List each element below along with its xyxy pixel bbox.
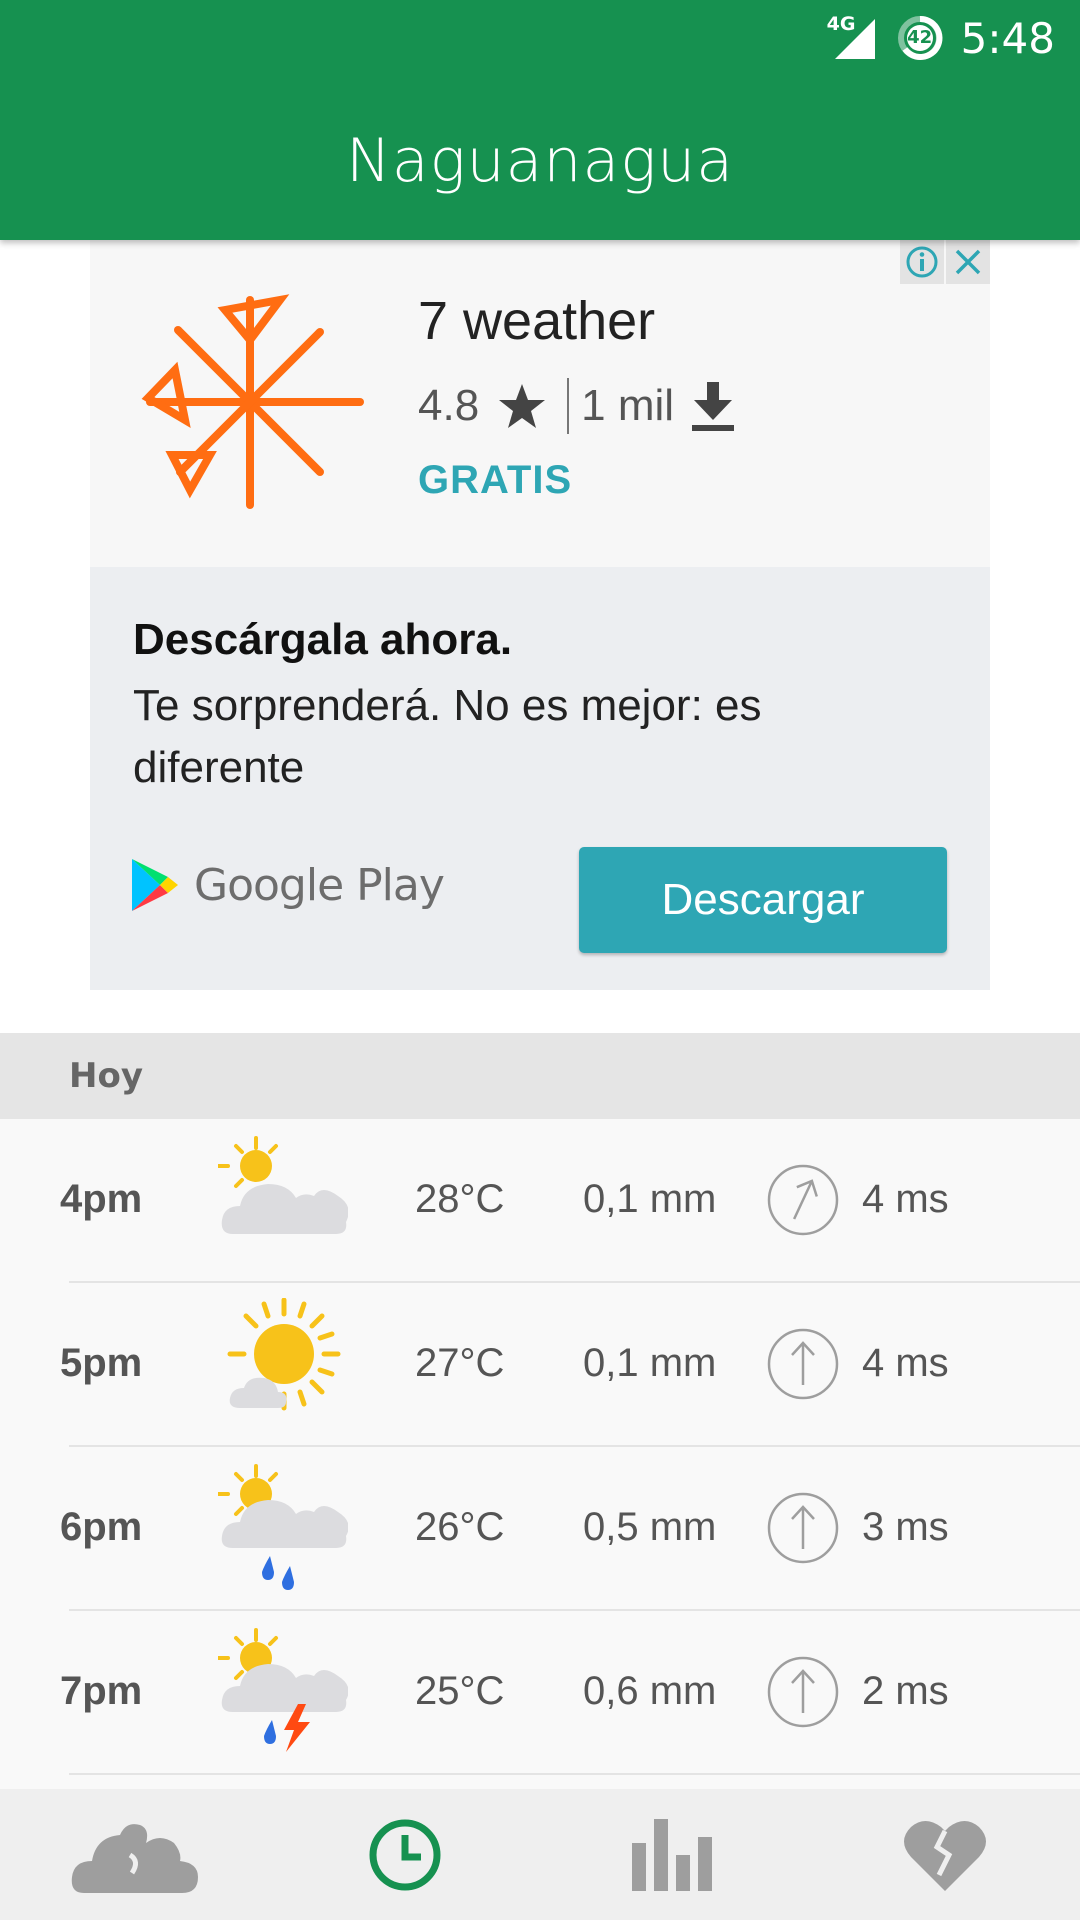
download-icon <box>692 382 735 431</box>
sun-small-cloud-icon <box>227 1298 341 1411</box>
sun-cloud-icon <box>218 1136 348 1234</box>
ad-close-icon[interactable] <box>946 240 990 284</box>
clock-time: 5:48 <box>960 13 1055 63</box>
ad-info-icon[interactable] <box>900 240 944 284</box>
page-title: Naguanagua <box>345 126 735 196</box>
wind-direction-icon <box>767 1492 839 1564</box>
ad-downloads: 1 mil <box>581 381 675 430</box>
nav-item-hourly[interactable] <box>270 1789 540 1920</box>
forecast-wind-speed: 2 ms <box>862 1669 949 1713</box>
forecast-row[interactable]: 6pm 26°C 0,5 mm 3 ms <box>0 1447 1080 1611</box>
ad-app-name: 7 weather <box>418 291 656 351</box>
forecast-wind-speed: 3 ms <box>862 1505 949 1549</box>
play-store-icon <box>132 859 178 911</box>
nav-item-favorites[interactable] <box>810 1789 1080 1920</box>
ad-app-meta: 4.8 1 mil <box>418 378 736 434</box>
forecast-temperature: 28°C <box>415 1177 505 1221</box>
app-logo-icon <box>141 294 364 509</box>
status-bar: 4G 42 5:48 <box>827 8 1055 68</box>
ad-banner[interactable]: 7 weather 4.8 1 mil GRATIS Descárgala ah… <box>90 240 990 990</box>
row-divider <box>69 1773 1080 1775</box>
forecast-hour: 4pm <box>60 1177 143 1221</box>
sun-storm-icon <box>218 1628 348 1752</box>
wind-direction-icon <box>767 1164 839 1236</box>
forecast-hour: 5pm <box>60 1341 143 1385</box>
ad-price: GRATIS <box>418 458 573 502</box>
ad-headline: Descárgala ahora. <box>133 615 513 664</box>
forecast-hour: 7pm <box>60 1669 143 1713</box>
wind-direction-icon <box>767 1328 839 1400</box>
ad-choices[interactable] <box>898 240 990 284</box>
network-type: 4G <box>826 13 856 35</box>
forecast-precipitation: 0,1 mm <box>583 1177 717 1221</box>
forecast-precipitation: 0,5 mm <box>583 1505 717 1549</box>
section-label: Hoy <box>69 1056 143 1096</box>
app-bar: 4G 42 5:48 Naguanagua <box>0 0 1080 240</box>
forecast-temperature: 27°C <box>415 1341 505 1385</box>
heart-icon <box>904 1820 986 1891</box>
battery-icon: 42 <box>897 15 943 61</box>
store-label: Google Play <box>194 859 445 911</box>
nav-item-weather[interactable] <box>0 1789 270 1920</box>
bottom-navigation <box>0 1789 1080 1920</box>
hourly-forecast-list[interactable]: 4pm 28°C 0,1 mm 4 ms 5pm 27°C 0,1 mm 4 m… <box>0 1119 1080 1789</box>
weather-cloud-icon <box>71 1823 198 1893</box>
section-header: Hoy <box>0 1033 1080 1119</box>
nav-item-charts[interactable] <box>540 1789 810 1920</box>
sun-rain-icon <box>218 1464 348 1590</box>
forecast-row[interactable]: 7pm 25°C 0,6 mm 2 ms <box>0 1611 1080 1775</box>
battery-level: 42 <box>907 27 933 48</box>
star-icon <box>499 384 546 428</box>
forecast-precipitation: 0,1 mm <box>583 1341 717 1385</box>
forecast-wind-speed: 4 ms <box>862 1341 949 1385</box>
forecast-temperature: 26°C <box>415 1505 505 1549</box>
forecast-temperature: 25°C <box>415 1669 505 1713</box>
forecast-precipitation: 0,6 mm <box>583 1669 717 1713</box>
download-button[interactable]: Descargar <box>579 847 947 953</box>
wind-direction-icon <box>767 1656 839 1728</box>
ad-body: Te sorprenderá. No es mejor: es diferent… <box>133 681 762 792</box>
ad-rating: 4.8 <box>418 381 480 430</box>
forecast-wind-speed: 4 ms <box>862 1177 949 1221</box>
ad-app-info[interactable]: 7 weather 4.8 1 mil GRATIS <box>90 240 990 567</box>
clock-icon <box>369 1819 441 1890</box>
google-play-badge: Google Play <box>130 857 445 913</box>
forecast-hour: 6pm <box>60 1505 143 1549</box>
ad-details[interactable]: Descárgala ahora. Te sorprenderá. No es … <box>90 567 990 990</box>
bar-chart-icon <box>632 1818 712 1891</box>
signal-icon: 4G <box>826 13 879 61</box>
forecast-row[interactable]: 5pm 27°C 0,1 mm 4 ms <box>0 1283 1080 1447</box>
meta-divider <box>567 378 570 434</box>
forecast-row[interactable]: 4pm 28°C 0,1 mm 4 ms <box>0 1119 1080 1283</box>
